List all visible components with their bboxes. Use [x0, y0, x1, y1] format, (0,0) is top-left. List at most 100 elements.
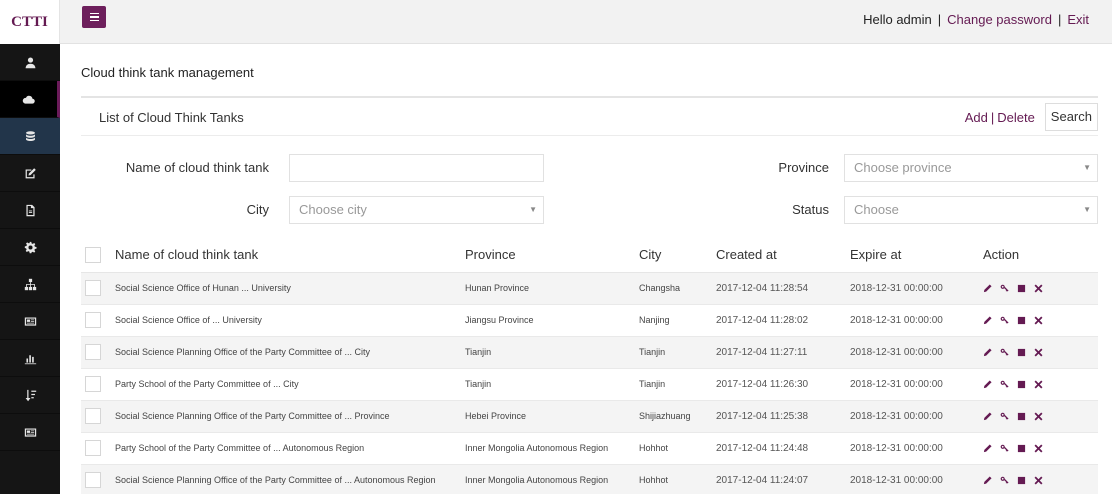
city-select[interactable]: Choose city ▼ — [289, 196, 544, 224]
row-expire: 2018-12-31 00:00:00 — [850, 272, 983, 305]
row-checkbox[interactable] — [85, 440, 101, 456]
stop-icon[interactable] — [1017, 412, 1026, 421]
brand-logo[interactable]: CTTI — [0, 0, 60, 44]
add-link[interactable]: Add — [965, 110, 988, 125]
delete-icon[interactable] — [1034, 316, 1043, 325]
edit-icon[interactable] — [983, 443, 992, 453]
name-filter-input[interactable] — [289, 154, 544, 182]
city-filter-label: City — [246, 202, 269, 217]
key-icon[interactable] — [1000, 316, 1009, 325]
stop-icon[interactable] — [1017, 444, 1026, 453]
row-created: 2017-12-04 11:24:07 — [716, 464, 850, 494]
delete-icon[interactable] — [1034, 284, 1043, 293]
list-panel: List of Cloud Think Tanks Add | Delete S… — [81, 96, 1098, 494]
row-checkbox[interactable] — [85, 408, 101, 424]
delete-icon[interactable] — [1034, 476, 1043, 485]
file-icon — [25, 204, 35, 216]
edit-icon[interactable] — [983, 315, 992, 325]
row-name: Social Science Planning Office of the Pa… — [115, 400, 465, 433]
edit-icon[interactable] — [983, 347, 992, 357]
delete-link[interactable]: Delete — [997, 110, 1035, 125]
stop-icon[interactable] — [1017, 476, 1026, 485]
edit-icon[interactable] — [983, 379, 992, 389]
edit-icon[interactable] — [983, 283, 992, 293]
col-expire[interactable]: Expire at — [850, 238, 983, 273]
stop-icon[interactable] — [1017, 348, 1026, 357]
row-checkbox[interactable] — [85, 472, 101, 488]
nav-cloud[interactable] — [0, 81, 60, 118]
row-expire: 2018-12-31 00:00:00 — [850, 336, 983, 369]
key-icon[interactable] — [1000, 444, 1009, 453]
key-icon[interactable] — [1000, 348, 1009, 357]
nav-file[interactable] — [0, 192, 60, 229]
nav-sort[interactable] — [0, 377, 60, 414]
search-button[interactable]: Search — [1044, 103, 1098, 131]
delete-icon[interactable] — [1034, 380, 1043, 389]
row-expire: 2018-12-31 00:00:00 — [850, 368, 983, 401]
row-city: Changsha — [639, 272, 716, 305]
delete-icon[interactable] — [1034, 348, 1043, 357]
edit-icon[interactable] — [983, 411, 992, 421]
table-row: Social Science Planning Office of the Pa… — [81, 464, 1098, 494]
row-name: Social Science Office of ... University — [115, 304, 465, 337]
main-content: Cloud think tank management List of Clou… — [60, 44, 1112, 494]
col-name[interactable]: Name of cloud think tank — [115, 238, 465, 273]
row-province: Inner Mongolia Autonomous Region — [465, 432, 639, 465]
key-icon[interactable] — [1000, 380, 1009, 389]
gear-icon — [24, 241, 37, 253]
nav-edit[interactable] — [0, 155, 60, 192]
row-expire: 2018-12-31 00:00:00 — [850, 304, 983, 337]
database-icon — [25, 130, 35, 141]
edit-icon[interactable] — [983, 475, 992, 485]
col-created[interactable]: Created at — [716, 238, 850, 273]
sidebar: CTTI — [0, 0, 60, 494]
change-password-link[interactable]: Change password — [947, 12, 1052, 27]
nav-settings[interactable] — [0, 229, 60, 266]
key-icon[interactable] — [1000, 476, 1009, 485]
stop-icon[interactable] — [1017, 316, 1026, 325]
stop-icon[interactable] — [1017, 284, 1026, 293]
delete-icon[interactable] — [1034, 412, 1043, 421]
table-row: Social Science Planning Office of the Pa… — [81, 336, 1098, 369]
row-checkbox[interactable] — [85, 312, 101, 328]
key-icon[interactable] — [1000, 412, 1009, 421]
row-created: 2017-12-04 11:24:48 — [716, 432, 850, 465]
user-icon — [25, 56, 35, 68]
nav-user[interactable] — [0, 44, 60, 81]
table-row: Party School of the Party Committee of .… — [81, 368, 1098, 401]
row-province: Tianjin — [465, 368, 639, 401]
chevron-down-icon: ▼ — [529, 205, 537, 214]
stop-icon[interactable] — [1017, 380, 1026, 389]
col-city[interactable]: City — [639, 238, 716, 273]
page-title: Cloud think tank management — [81, 65, 254, 80]
nav-statistics[interactable] — [0, 340, 60, 377]
province-filter-label: Province — [778, 160, 829, 175]
status-select[interactable]: Choose ▼ — [844, 196, 1098, 224]
select-all-checkbox[interactable] — [85, 247, 101, 264]
name-filter-label: Name of cloud think tank — [125, 160, 269, 175]
delete-icon[interactable] — [1034, 444, 1043, 453]
user-menu: Hello admin | Change password | Exit — [863, 12, 1089, 27]
menu-toggle-button[interactable] — [82, 6, 106, 28]
nav-news-2[interactable] — [0, 414, 60, 451]
top-bar: Hello admin | Change password | Exit — [60, 0, 1112, 44]
exit-link[interactable]: Exit — [1067, 12, 1089, 27]
row-actions — [983, 347, 1098, 357]
row-created: 2017-12-04 11:25:38 — [716, 400, 850, 433]
hamburger-icon — [89, 12, 99, 15]
edit-icon — [25, 167, 36, 178]
sitemap-icon — [24, 278, 36, 290]
key-icon[interactable] — [1000, 284, 1009, 293]
nav-news[interactable] — [0, 303, 60, 340]
row-expire: 2018-12-31 00:00:00 — [850, 464, 983, 494]
row-checkbox[interactable] — [85, 376, 101, 392]
nav-structure[interactable] — [0, 266, 60, 303]
nav-database[interactable] — [0, 118, 60, 155]
sort-icon — [25, 389, 36, 401]
col-province[interactable]: Province — [465, 238, 639, 273]
row-checkbox[interactable] — [85, 344, 101, 360]
greeting-text: Hello admin — [863, 12, 932, 27]
province-select[interactable]: Choose province ▼ — [844, 154, 1098, 182]
row-expire: 2018-12-31 00:00:00 — [850, 432, 983, 465]
row-checkbox[interactable] — [85, 280, 101, 296]
